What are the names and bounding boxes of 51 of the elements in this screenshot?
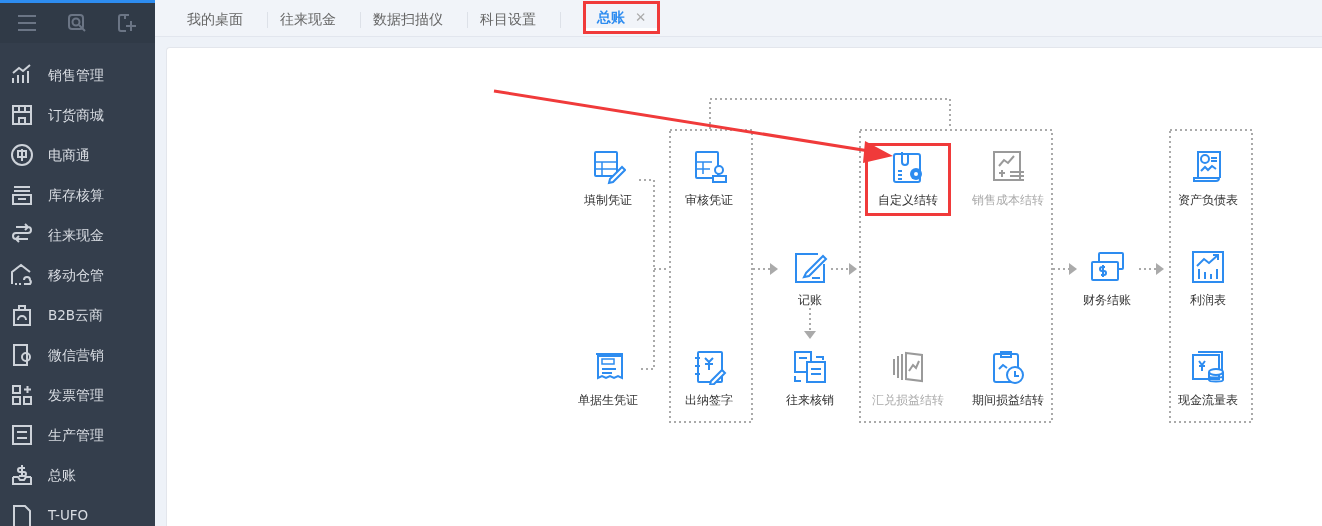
store-icon [10,103,34,127]
flow-node[interactable]: 审核凭证 [661,146,757,213]
tab[interactable]: 我的桌面 [175,5,255,36]
clipboard-clock-icon [990,349,1026,385]
sidebar-item[interactable]: 订货商城 [48,104,104,126]
sidebar-item[interactable]: 总账 [48,464,76,486]
flow-node[interactable]: 填制凭证 [560,146,656,213]
sidebar-item[interactable]: 库存核算 [48,184,104,206]
flow-node[interactable]: 现金流量表 [1160,346,1256,413]
sidebar-item[interactable]: 生产管理 [48,424,104,446]
flow-node[interactable]: 财务结账 [1059,246,1155,313]
exchange-chart-icon [890,349,926,385]
drawer-icon [10,183,34,207]
flow-node[interactable]: 记账 [762,246,858,313]
money-tray-icon [10,463,34,487]
flow-node[interactable]: 往来核销 [762,346,858,413]
flow-arrow [830,263,857,275]
sidebar-item[interactable]: 微信营销 [48,344,104,366]
sidebar-item[interactable]: 电商通 [48,144,90,166]
flow-arrow [804,307,816,339]
add-page-icon[interactable] [116,13,137,33]
flow-arrow [752,263,778,275]
sidebar-item[interactable]: 销售管理 [48,64,104,86]
bag-icon [10,303,34,327]
flow-node[interactable]: 单据生凭证 [560,346,656,413]
warehouse-icon [10,263,34,287]
phone-icon [10,343,34,367]
flow-node[interactable]: 期间损益结转 [960,346,1056,413]
search-icon[interactable] [66,13,87,33]
grid-plus-icon [10,383,34,407]
flow-node[interactable]: 资产负债表 [1160,146,1256,213]
tab[interactable]: 数据扫描仪 [361,5,455,36]
sidebar-item[interactable]: B2B云商 [48,304,104,326]
flow-node[interactable]: 利润表 [1160,246,1256,313]
tab[interactable]: 科目设置 [468,5,548,36]
menu-icon[interactable] [16,14,37,32]
circle-icon [10,143,34,167]
sidebar-item[interactable]: 发票管理 [48,384,104,406]
sidebar-item[interactable]: T-UFO [48,504,89,526]
flow-arrow [1138,263,1164,275]
tab[interactable]: 往来现金 [268,5,348,36]
bar-chart-icon [1190,249,1226,285]
sidebar-item[interactable]: 移动仓管 [48,264,104,286]
flow-node[interactable]: 出纳签字 [661,346,757,413]
sidebar-item[interactable]: 往来现金 [48,224,104,246]
document-icon [10,503,34,526]
flow-arrow [1052,263,1077,275]
sliders-icon [10,423,34,447]
documents-swap-icon [792,349,828,385]
cash-coins-icon [1190,349,1226,385]
flow-node[interactable]: 自定义结转 [868,146,948,213]
